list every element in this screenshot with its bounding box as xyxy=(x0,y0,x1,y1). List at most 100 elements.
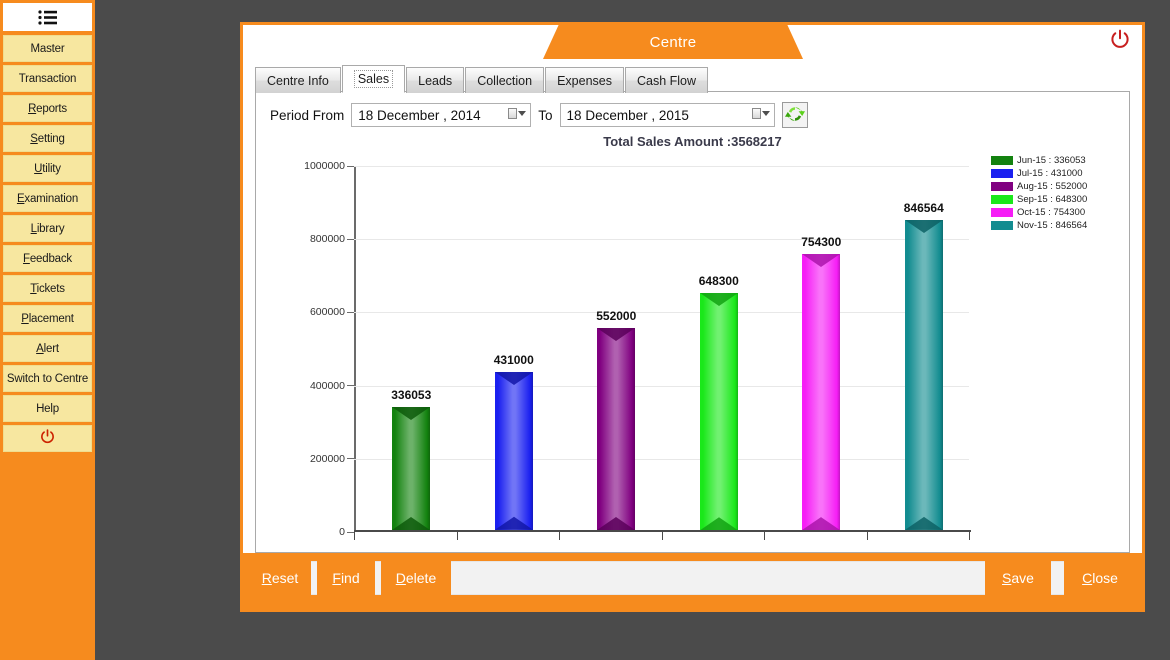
y-axis-tick-label: 600000 xyxy=(309,306,345,319)
tab-bar: Centre Info Sales Leads Collection Expenses C… xyxy=(255,65,709,93)
x-axis-tick xyxy=(866,532,868,540)
sidebar-item-examination[interactable]: Examination xyxy=(3,185,92,212)
y-axis-tick: 600000 xyxy=(310,306,354,318)
chart-bar[interactable]: 648300 xyxy=(699,274,739,530)
x-axis-tick xyxy=(764,532,765,540)
dialog-footer: Reset Find Delete Save Close xyxy=(243,553,1142,609)
legend-label: Sep-15 : 648300 xyxy=(1017,193,1088,205)
x-axis-tick xyxy=(969,532,970,540)
sidebar-item-label: Help xyxy=(36,402,59,415)
legend-swatch xyxy=(991,168,1013,178)
delete-button[interactable]: Delete xyxy=(381,561,451,595)
sidebar-item-list: Master Transaction Reports Setting Utility Ex… xyxy=(3,35,92,422)
period-to-value: 18 December , 2015 xyxy=(566,107,689,123)
chart-bar[interactable]: 552000 xyxy=(596,309,636,530)
sidebar-item-utility[interactable]: Utility xyxy=(3,155,92,182)
tab-leads[interactable]: Leads xyxy=(406,67,465,93)
sidebar-item-feedback[interactable]: Feedback xyxy=(3,245,92,272)
y-axis-line xyxy=(354,166,356,532)
x-axis-line xyxy=(354,530,971,532)
tab-label: Centre Info xyxy=(267,73,329,88)
sidebar-menu-toggle[interactable] xyxy=(3,3,92,31)
gridline xyxy=(354,312,969,314)
find-button[interactable]: Find xyxy=(317,561,375,595)
legend-label: Aug-15 : 552000 xyxy=(1017,180,1088,192)
sidebar-item-placement[interactable]: Placement xyxy=(3,305,92,332)
gridline xyxy=(354,385,969,387)
sidebar-item-master[interactable]: Master xyxy=(3,35,92,62)
app-root: Master Transaction Reports Setting Utility Ex… xyxy=(0,0,1170,660)
legend-item: Jul-15 : 431000 xyxy=(991,167,1087,179)
chart-plot-area: 0 200000 400000 600000 800000 1000000 336053 4… xyxy=(304,160,971,540)
y-axis-tick: 400000 xyxy=(310,380,354,392)
tab-centre-info[interactable]: Centre Info xyxy=(255,67,341,93)
chart-bar[interactable]: 336053 xyxy=(391,388,431,530)
sidebar-item-tickets[interactable]: Tickets xyxy=(3,275,92,302)
tab-sales[interactable]: Sales xyxy=(341,65,406,93)
bar-value-label: 431000 xyxy=(493,353,534,368)
sidebar-item-reports[interactable]: Reports xyxy=(3,95,92,122)
window-title-banner: Centre xyxy=(543,25,803,59)
window-titlebar: Centre xyxy=(243,25,1142,59)
y-axis-tick: 200000 xyxy=(310,453,354,465)
sales-bar-chart: 0 200000 400000 600000 800000 1000000 336053 4… xyxy=(256,154,1131,552)
sidebar-item-label: Library xyxy=(30,222,65,235)
y-axis-tick: 800000 xyxy=(310,233,354,245)
window-close-power-button[interactable] xyxy=(1108,29,1132,53)
centre-dialog-window: Centre Centre Info Sales Leads Collection Ex… xyxy=(240,22,1145,612)
bar-value-label: 552000 xyxy=(596,308,637,323)
bar-value-label: 648300 xyxy=(698,273,739,288)
tab-label: Collection xyxy=(477,73,533,88)
y-axis-tick-label: 0 xyxy=(339,526,345,538)
refresh-button[interactable] xyxy=(781,102,808,128)
sidebar-item-label: Switch to Centre xyxy=(6,372,89,385)
close-button[interactable]: Close xyxy=(1064,561,1136,595)
sidebar-item-alert[interactable]: Alert xyxy=(3,335,92,362)
period-to-label: To xyxy=(538,107,553,123)
sidebar-item-label: Tickets xyxy=(30,282,65,295)
period-to-input[interactable]: 18 December , 2015 xyxy=(559,103,775,127)
sidebar-item-help[interactable]: Help xyxy=(3,395,92,422)
sidebar-item-transaction[interactable]: Transaction xyxy=(3,65,92,92)
save-button[interactable]: Save xyxy=(985,561,1051,595)
tab-label: Leads xyxy=(418,73,453,88)
legend-item: Sep-15 : 648300 xyxy=(991,193,1087,205)
sales-tab-panel: Period From 18 December , 2014 To 18 Dec… xyxy=(255,91,1130,553)
y-axis-tick-label: 1000000 xyxy=(304,160,345,172)
chart-title: Total Sales Amount :3568217 xyxy=(603,134,782,149)
legend-label: Oct-15 : 754300 xyxy=(1017,206,1086,218)
tab-expenses[interactable]: Expenses xyxy=(545,67,624,93)
tab-label: Sales xyxy=(353,70,394,88)
tab-label: Expenses xyxy=(557,73,612,88)
sidebar-item-switch-to-centre[interactable]: Switch to Centre xyxy=(3,365,92,392)
legend-label: Jun-15 : 336053 xyxy=(1017,154,1086,166)
x-axis-tick xyxy=(661,532,663,540)
power-icon xyxy=(40,429,55,448)
tab-label: Cash Flow xyxy=(636,73,697,88)
chart-bar[interactable]: 431000 xyxy=(494,353,534,530)
reset-button[interactable]: Reset xyxy=(249,561,311,595)
period-from-label: Period From xyxy=(270,107,345,123)
gridline xyxy=(354,458,969,460)
tab-collection[interactable]: Collection xyxy=(465,67,545,93)
period-from-input[interactable]: 18 December , 2014 xyxy=(351,103,532,127)
sidebar-item-library[interactable]: Library xyxy=(3,215,92,242)
sidebar-item-setting[interactable]: Setting xyxy=(3,125,92,152)
chart-bar[interactable]: 754300 xyxy=(801,235,841,530)
date-picker-dropdown-icon[interactable] xyxy=(508,108,527,119)
date-picker-dropdown-icon[interactable] xyxy=(751,108,770,119)
legend-swatch xyxy=(991,220,1013,230)
legend-item: Oct-15 : 754300 xyxy=(991,206,1087,218)
sidebar-logout-button[interactable] xyxy=(3,425,92,452)
sidebar-item-label: Placement xyxy=(21,312,74,325)
chart-legend: Jun-15 : 336053 Jul-15 : 431000 Aug-15 : 5… xyxy=(991,154,1087,231)
chart-bar[interactable]: 846564 xyxy=(904,201,944,530)
tab-cash-flow[interactable]: Cash Flow xyxy=(624,67,709,93)
y-axis-tick-label: 800000 xyxy=(309,233,345,246)
refresh-icon xyxy=(784,104,805,127)
sidebar-item-label: Master xyxy=(30,42,65,55)
bar-value-label: 336053 xyxy=(391,388,432,403)
window-title: Centre xyxy=(649,33,697,51)
x-axis-tick xyxy=(559,532,560,540)
gridline xyxy=(354,166,969,167)
